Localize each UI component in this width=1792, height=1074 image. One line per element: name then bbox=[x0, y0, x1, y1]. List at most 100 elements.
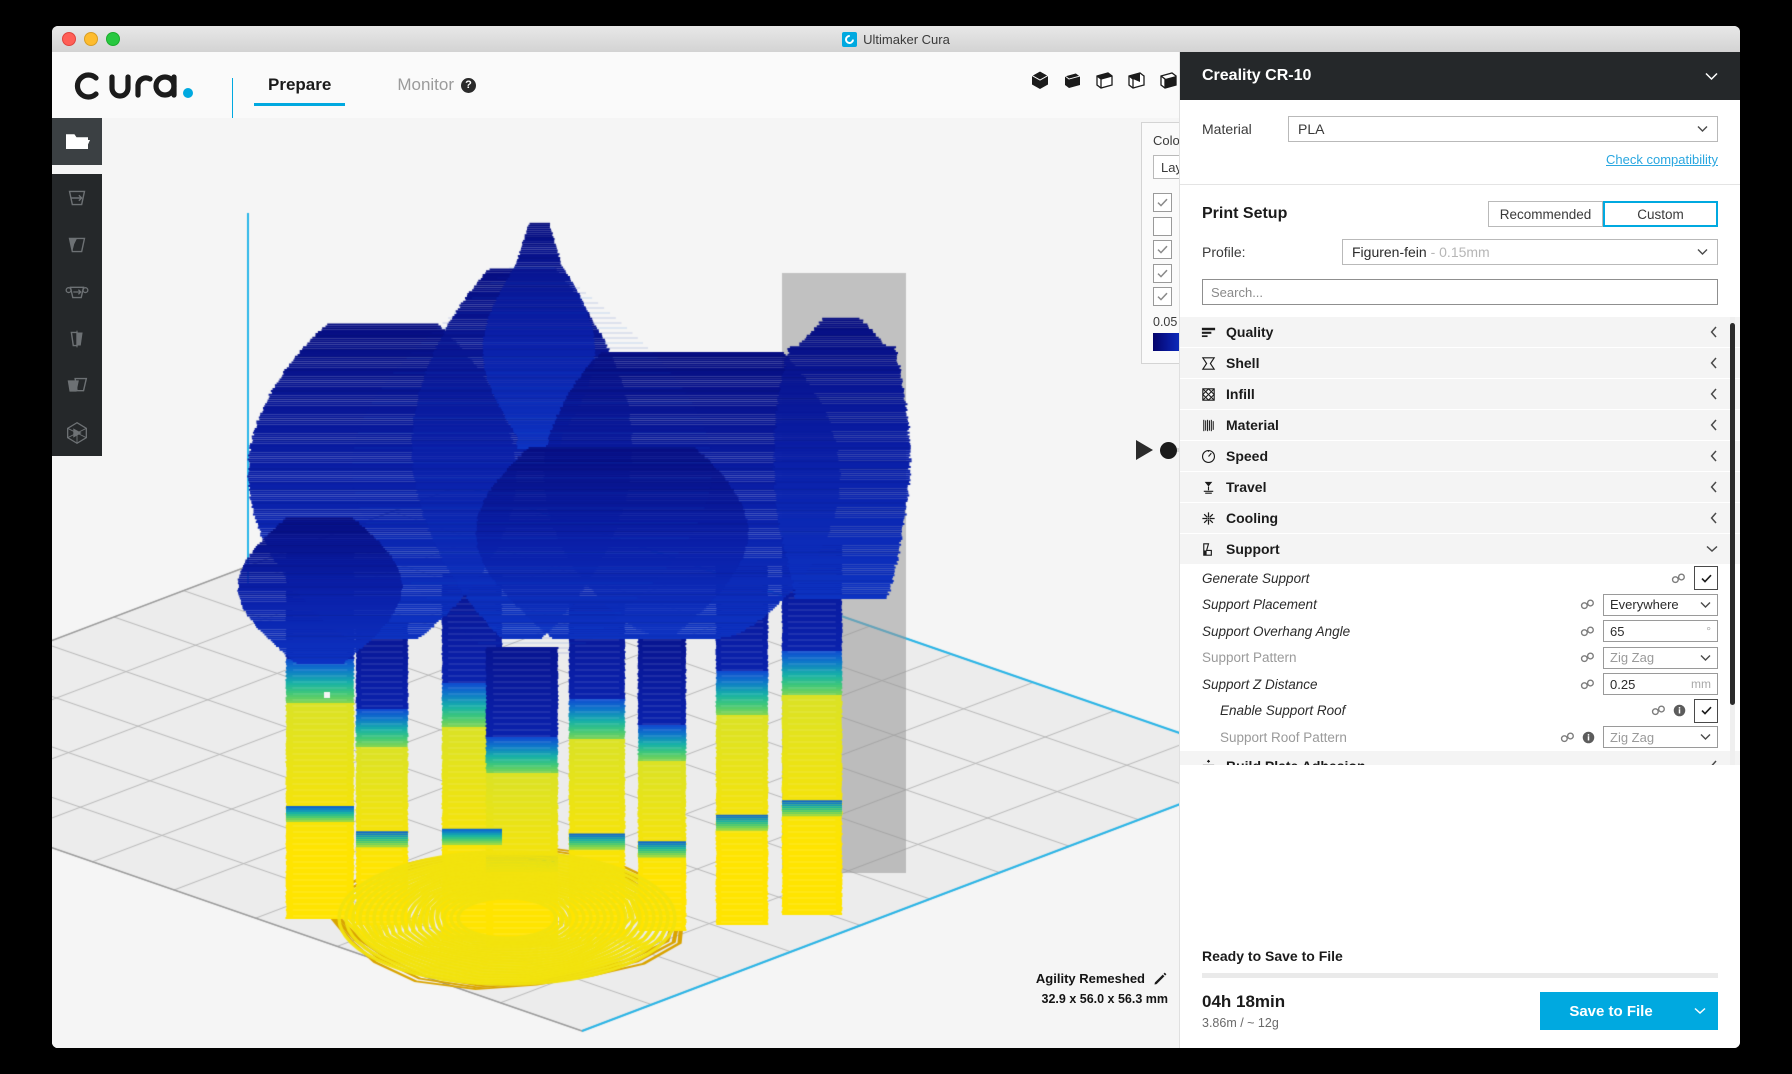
view-cube-top-icon[interactable] bbox=[1094, 70, 1114, 90]
mirror-icon bbox=[63, 325, 91, 353]
tab-custom[interactable]: Custom bbox=[1603, 201, 1718, 227]
linked-setting-icon[interactable] bbox=[1651, 705, 1666, 716]
tab-recommended[interactable]: Recommended bbox=[1488, 201, 1603, 227]
checkbox-show-helpers[interactable] bbox=[1153, 240, 1172, 259]
check-compatibility-link[interactable]: Check compatibility bbox=[1606, 152, 1718, 167]
linked-setting-icon[interactable] bbox=[1580, 652, 1595, 663]
move-icon bbox=[63, 184, 91, 212]
stats-row: 04h 18min 3.86m / ~ 12g Save to File bbox=[1202, 992, 1718, 1030]
settings-category-travel[interactable]: Travel bbox=[1180, 472, 1740, 503]
support-blocker-tool[interactable] bbox=[52, 409, 102, 456]
setting-checkbox[interactable] bbox=[1694, 566, 1718, 590]
view-cube-isometric-icon[interactable] bbox=[1030, 70, 1050, 90]
setting-label: Support Overhang Angle bbox=[1202, 624, 1580, 639]
chevron-down-icon bbox=[1697, 248, 1708, 256]
view-cube-front-icon[interactable] bbox=[1062, 70, 1082, 90]
right-sidebar: Creality CR-10 Material PLA Check compat… bbox=[1179, 52, 1740, 1048]
settings-category-label: Material bbox=[1226, 417, 1279, 433]
cura-wordmark bbox=[58, 66, 218, 106]
linked-setting-icon[interactable] bbox=[1580, 679, 1595, 690]
setting-value: Everywhere bbox=[1610, 597, 1679, 612]
linked-setting-icon[interactable] bbox=[1580, 626, 1595, 637]
settings-category-shell[interactable]: Shell bbox=[1180, 348, 1740, 379]
print-setup-row: Print Setup Recommended Custom bbox=[1180, 185, 1740, 227]
setting-icons bbox=[1671, 573, 1686, 584]
setting-number-input[interactable]: 0.25mm bbox=[1603, 673, 1718, 695]
mirror-tool[interactable] bbox=[52, 315, 102, 362]
settings-scrollbar-thumb[interactable] bbox=[1730, 323, 1735, 705]
setting-label: Support Pattern bbox=[1202, 650, 1580, 665]
pencil-icon[interactable] bbox=[1153, 971, 1168, 986]
info-icon[interactable] bbox=[1582, 731, 1595, 744]
settings-category-quality[interactable]: Quality bbox=[1180, 317, 1740, 348]
settings-list[interactable]: QualityShellInfill Material SpeedTravel Coo… bbox=[1180, 317, 1740, 765]
material-select[interactable]: PLA bbox=[1288, 116, 1718, 142]
support-blocker-icon bbox=[63, 419, 91, 447]
setting-icons bbox=[1580, 679, 1595, 690]
view-cube-right-icon[interactable] bbox=[1158, 70, 1178, 90]
machine-selector[interactable]: Creality CR-10 bbox=[1180, 52, 1740, 100]
settings-category-label: Cooling bbox=[1226, 510, 1278, 526]
scale-tool[interactable] bbox=[52, 221, 102, 268]
linked-setting-icon[interactable] bbox=[1580, 599, 1595, 610]
setting-unit: mm bbox=[1691, 677, 1711, 691]
rotate-icon bbox=[63, 278, 91, 306]
support-icon bbox=[1200, 541, 1226, 558]
chevron-left-icon bbox=[1710, 481, 1718, 493]
toolbar-gap bbox=[52, 165, 102, 174]
settings-category-cooling[interactable]: Cooling bbox=[1180, 503, 1740, 534]
print-stats: 04h 18min 3.86m / ~ 12g bbox=[1202, 992, 1285, 1030]
layer-view-canvas[interactable] bbox=[52, 118, 1180, 1048]
settings-category-label: Build Plate Adhesion bbox=[1226, 758, 1366, 766]
save-options-dropdown[interactable] bbox=[1682, 1007, 1718, 1015]
profile-layer-height: - 0.15mm bbox=[1427, 244, 1490, 260]
setup-mode-tabs: Recommended Custom bbox=[1488, 201, 1718, 227]
check-compatibility-row: Check compatibility bbox=[1180, 142, 1740, 169]
setting-icons bbox=[1580, 652, 1595, 663]
setting-select[interactable]: Zig Zag bbox=[1603, 647, 1718, 669]
settings-category-speed[interactable]: Speed bbox=[1180, 441, 1740, 472]
play-button[interactable] bbox=[1133, 438, 1155, 462]
profile-select[interactable]: Figuren-fein - 0.15mm bbox=[1342, 239, 1718, 265]
simulation-speed-handle[interactable] bbox=[1160, 442, 1177, 459]
checkbox-extruder[interactable] bbox=[1153, 193, 1172, 212]
checkbox-show-shell[interactable] bbox=[1153, 264, 1172, 283]
linked-setting-icon[interactable] bbox=[1560, 732, 1575, 743]
linked-setting-icon[interactable] bbox=[1671, 573, 1686, 584]
status-text: Ready to Save to File bbox=[1202, 936, 1718, 964]
setting-select[interactable]: Zig Zag bbox=[1603, 726, 1718, 748]
cooling-icon bbox=[1200, 510, 1226, 527]
window-titlebar: Ultimaker Cura bbox=[52, 26, 1740, 53]
rotate-tool[interactable] bbox=[52, 268, 102, 315]
chevron-down-icon bbox=[1705, 72, 1718, 81]
settings-category-support[interactable]: Support bbox=[1180, 534, 1740, 565]
3d-viewport[interactable]: Agility Remeshed 32.9 x 56.0 x 56.3 mm bbox=[52, 118, 1180, 1048]
tab-prepare[interactable]: Prepare bbox=[248, 52, 351, 118]
setting-label: Support Roof Pattern bbox=[1202, 730, 1560, 745]
help-icon[interactable]: ? bbox=[461, 78, 476, 93]
open-file-tool[interactable] bbox=[52, 118, 102, 165]
setting-icons bbox=[1580, 599, 1595, 610]
setting-number-input[interactable]: 65° bbox=[1603, 620, 1718, 642]
checkbox-show-infill[interactable] bbox=[1153, 287, 1172, 306]
per-model-settings-tool[interactable] bbox=[52, 362, 102, 409]
material-value: PLA bbox=[1298, 121, 1324, 137]
settings-category-label: Support bbox=[1226, 541, 1280, 557]
settings-category-infill[interactable]: Infill bbox=[1180, 379, 1740, 410]
setting-checkbox[interactable] bbox=[1694, 699, 1718, 723]
chevron-left-icon bbox=[1710, 760, 1718, 766]
checkbox-show-travels[interactable] bbox=[1153, 217, 1172, 236]
setting-label: Support Z Distance bbox=[1202, 677, 1580, 692]
view-cube-left-icon[interactable] bbox=[1126, 70, 1146, 90]
chevron-left-icon bbox=[1710, 419, 1718, 431]
scale-icon bbox=[63, 231, 91, 259]
save-to-file-button[interactable]: Save to File bbox=[1540, 992, 1718, 1030]
info-icon[interactable] bbox=[1673, 704, 1686, 717]
print-setup-title: Print Setup bbox=[1202, 205, 1488, 223]
move-tool[interactable] bbox=[52, 174, 102, 221]
setting-select[interactable]: Everywhere bbox=[1603, 594, 1718, 616]
settings-category-build-plate-adhesion[interactable]: Build Plate Adhesion bbox=[1180, 751, 1740, 766]
settings-search-input[interactable]: Search... bbox=[1202, 279, 1718, 305]
settings-category-material[interactable]: Material bbox=[1180, 410, 1740, 441]
tab-monitor[interactable]: Monitor ? bbox=[377, 52, 496, 118]
